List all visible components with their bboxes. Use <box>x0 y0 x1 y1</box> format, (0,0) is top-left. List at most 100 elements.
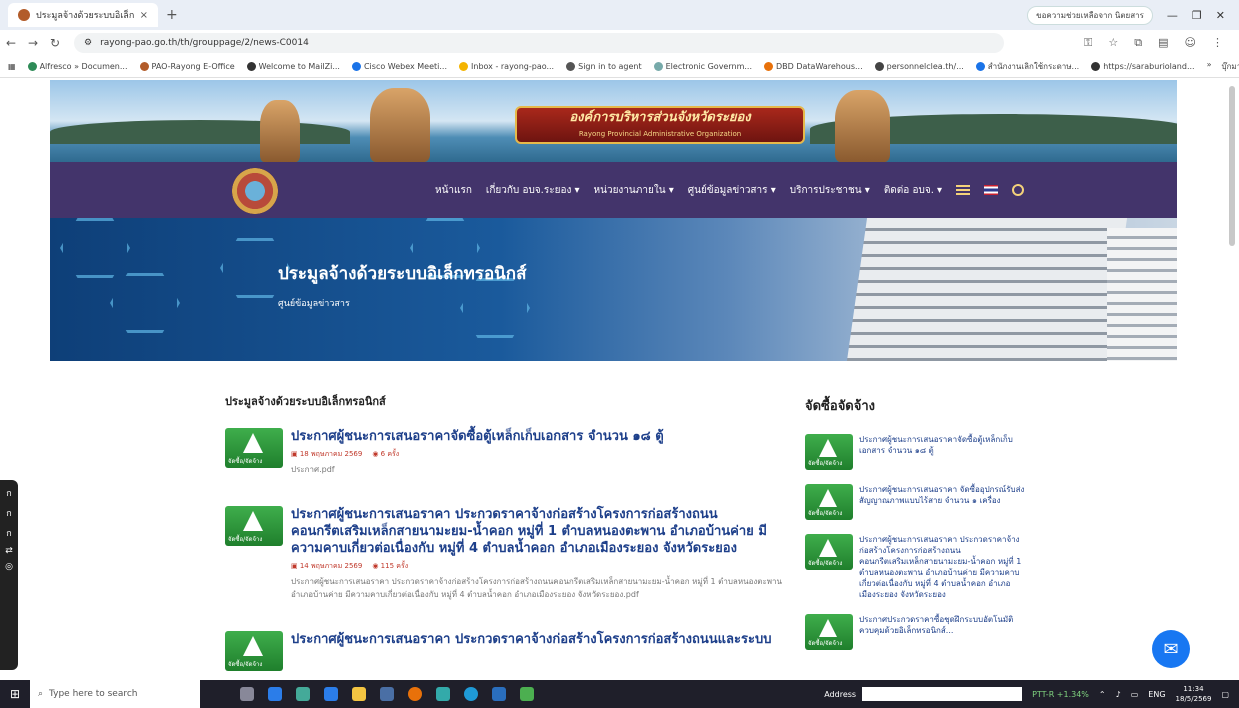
messenger-icon[interactable]: ✉ <box>1152 630 1190 668</box>
procurement-thumbnail[interactable] <box>805 434 853 470</box>
procurement-thumbnail[interactable] <box>805 534 853 570</box>
sidebar-item-title[interactable]: ประกาศผู้ชนะการเสนอราคา จัดซื้ออุปกรณ์รั… <box>859 484 1025 520</box>
taskbar-search[interactable]: ⌕ Type here to search <box>30 680 200 708</box>
notifications-icon[interactable]: ▢ <box>1221 690 1229 699</box>
nav-contact[interactable]: ติดต่อ อบจ. ▾ <box>884 183 942 198</box>
page-scrollbar[interactable] <box>1229 86 1235 246</box>
hero-section: ประมูลจ้างด้วยระบบอิเล็กทรอนิกส์ ศูนย์ข้… <box>50 218 1177 361</box>
bookmark-item[interactable]: Inbox - rayong-pao... <box>459 62 554 71</box>
sidepanel-icon[interactable]: ▤ <box>1158 36 1168 50</box>
news-item[interactable]: ประกาศผู้ชนะการเสนอราคาจัดซื้อตู้เหล็กเก… <box>225 428 795 476</box>
app-icon[interactable] <box>436 687 450 701</box>
bookmark-item[interactable]: Cisco Webex Meeti... <box>351 62 447 71</box>
news-list: ประมูลจ้างด้วยระบบอิเล็กทรอนิกส์ ประกาศผ… <box>225 392 795 701</box>
bookmark-item[interactable]: https://saraburioland... <box>1091 62 1195 71</box>
app-icon[interactable] <box>296 687 310 701</box>
taskbar-clock[interactable]: 11:34 18/5/2569 <box>1176 684 1212 704</box>
site-info-icon[interactable]: ⚙ <box>84 38 92 48</box>
back-icon[interactable]: ← <box>0 36 22 50</box>
bookmark-item[interactable]: Welcome to MailZi... <box>246 62 340 71</box>
thai-flag-icon[interactable] <box>984 185 999 195</box>
app-icon[interactable] <box>492 687 506 701</box>
password-icon[interactable]: ⚿ <box>1084 36 1092 50</box>
font-size-icon[interactable]: ก <box>6 526 11 540</box>
task-view-icon[interactable] <box>240 687 254 701</box>
calendar-app-icon[interactable] <box>268 687 282 701</box>
attachment-link[interactable]: ประกาศผู้ชนะการเสนอราคา ประกวดราคาจ้างก่… <box>291 575 795 601</box>
close-tab-icon[interactable]: × <box>140 10 148 21</box>
attachment-link[interactable]: ประกาศ.pdf <box>291 463 664 476</box>
profile-pill[interactable]: ขอความช่วยเหลือจาก นิตยสาร <box>1027 5 1153 25</box>
edge-icon[interactable] <box>464 687 478 701</box>
apps-icon[interactable]: ▦ <box>8 62 16 71</box>
sidebar-item[interactable]: ประกาศผู้ชนะการเสนอราคา จัดซื้ออุปกรณ์รั… <box>805 484 1025 520</box>
reload-icon[interactable]: ↻ <box>44 36 66 50</box>
settings-icon[interactable]: ◎ <box>5 562 13 572</box>
stock-ticker[interactable]: PTT-R +1.34% <box>1032 690 1089 699</box>
news-item[interactable]: ประกาศผู้ชนะการเสนอราคา ประกวดราคาจ้างก่… <box>225 631 795 671</box>
taskbar-address-input[interactable] <box>862 687 1023 701</box>
sidebar-item[interactable]: ประกาศประกวดราคาซื้อชุดฝึกระบบอัตโนมัติค… <box>805 614 1025 650</box>
browser-tab[interactable]: ประมูลจ้างด้วยระบบอิเล็กทรอนิกส์ × <box>8 3 158 27</box>
nav-public-services[interactable]: บริการประชาชน ▾ <box>790 183 870 198</box>
new-tab-button[interactable]: + <box>166 7 178 23</box>
windows-start-icon[interactable]: ⊞ <box>0 687 30 701</box>
sidebar-item-title[interactable]: ประกาศผู้ชนะการเสนอราคา ประกวดราคาจ้างก่… <box>859 534 1025 600</box>
bookmark-item[interactable]: PAO-Rayong E-Office <box>139 62 235 71</box>
profile-icon[interactable]: ☺ <box>1185 36 1196 50</box>
tray-up-icon[interactable]: ⌃ <box>1099 690 1106 699</box>
translate-icon[interactable]: ⇄ <box>5 546 13 556</box>
sidebar-item[interactable]: ประกาศผู้ชนะการเสนอราคา ประกวดราคาจ้างก่… <box>805 534 1025 600</box>
minimize-icon[interactable]: — <box>1167 9 1178 22</box>
bookmark-item[interactable]: personnelclea.th/... <box>874 62 964 71</box>
speaker-icon[interactable]: ♪ <box>1116 690 1121 699</box>
bookmark-item[interactable]: Alfresco » Documen... <box>27 62 128 71</box>
sidebar-item-title[interactable]: ประกาศผู้ชนะการเสนอราคาจัดซื้อตู้เหล็กเก… <box>859 434 1025 470</box>
sidebar-item[interactable]: ประกาศผู้ชนะการเสนอราคาจัดซื้อตู้เหล็กเก… <box>805 434 1025 470</box>
procurement-thumbnail[interactable] <box>225 506 283 546</box>
nav-departments[interactable]: หน่วยงานภายใน ▾ <box>594 183 674 198</box>
close-window-icon[interactable]: ✕ <box>1216 9 1225 22</box>
maximize-icon[interactable]: ❐ <box>1192 9 1202 22</box>
font-size-icon[interactable]: ก <box>6 506 11 520</box>
hamburger-menu-icon[interactable] <box>956 185 971 195</box>
language-indicator[interactable]: ENG <box>1148 690 1165 699</box>
site-logo[interactable] <box>232 168 278 214</box>
news-title[interactable]: ประกาศผู้ชนะการเสนอราคาจัดซื้อตู้เหล็กเก… <box>291 428 664 445</box>
hero-title: ประมูลจ้างด้วยระบบอิเล็กทรอนิกส์ <box>278 264 527 284</box>
bookmark-star-icon[interactable]: ☆ <box>1108 36 1118 50</box>
url-field[interactable]: ⚙ rayong-pao.go.th/th/grouppage/2/news-C… <box>74 33 1004 53</box>
file-explorer-icon[interactable] <box>352 687 366 701</box>
procurement-thumbnail[interactable] <box>805 614 853 650</box>
nav-home[interactable]: หน้าแรก <box>435 183 472 198</box>
bookmark-item[interactable]: สำนักงานเลิกใช้กระดาษ... <box>975 60 1079 73</box>
calendar-icon: ▣ 18 พฤษภาคม 2569 <box>291 450 363 458</box>
breadcrumb[interactable]: ศูนย์ข้อมูลข่าวสาร <box>278 296 350 310</box>
font-size-icon[interactable]: ก <box>6 486 11 500</box>
procurement-thumbnail[interactable] <box>225 631 283 671</box>
nav-information-center[interactable]: ศูนย์ข้อมูลข่าวสาร ▾ <box>688 183 776 198</box>
more-bookmarks-icon[interactable]: » <box>1207 60 1212 73</box>
network-icon[interactable]: ▭ <box>1131 690 1139 699</box>
chrome-icon[interactable] <box>408 687 422 701</box>
procurement-thumbnail[interactable] <box>805 484 853 520</box>
bookmark-item[interactable]: DBD DataWarehous... <box>764 62 863 71</box>
bookmark-item[interactable]: Electronic Governm... <box>653 62 752 71</box>
news-item[interactable]: ประกาศผู้ชนะการเสนอราคา ประกวดราคาจ้างก่… <box>225 506 795 601</box>
mail-app-icon[interactable] <box>324 687 338 701</box>
news-title[interactable]: ประกาศผู้ชนะการเสนอราคา ประกวดราคาจ้างก่… <box>291 631 771 648</box>
all-bookmarks-folder[interactable]: บุ๊กมาร์กทั้งหมด <box>1222 60 1239 73</box>
banner-title: องค์การบริหารส่วนจังหวัดระยอง <box>569 110 751 125</box>
menu-dots-icon[interactable]: ⋮ <box>1212 36 1223 50</box>
forward-icon[interactable]: → <box>22 36 44 50</box>
app-icon[interactable] <box>520 687 534 701</box>
extensions-icon[interactable]: ⧉ <box>1134 36 1142 50</box>
nav-about[interactable]: เกี่ยวกับ อบจ.ระยอง ▾ <box>486 183 580 198</box>
sidebar-item-title[interactable]: ประกาศประกวดราคาซื้อชุดฝึกระบบอัตโนมัติค… <box>859 614 1025 650</box>
procurement-thumbnail[interactable] <box>225 428 283 468</box>
user-icon[interactable] <box>1012 184 1025 196</box>
bookmark-item[interactable]: Sign in to agent <box>566 62 642 71</box>
app-icon[interactable] <box>380 687 394 701</box>
news-title[interactable]: ประกาศผู้ชนะการเสนอราคา ประกวดราคาจ้างก่… <box>291 506 795 557</box>
banner-statue <box>260 100 300 162</box>
